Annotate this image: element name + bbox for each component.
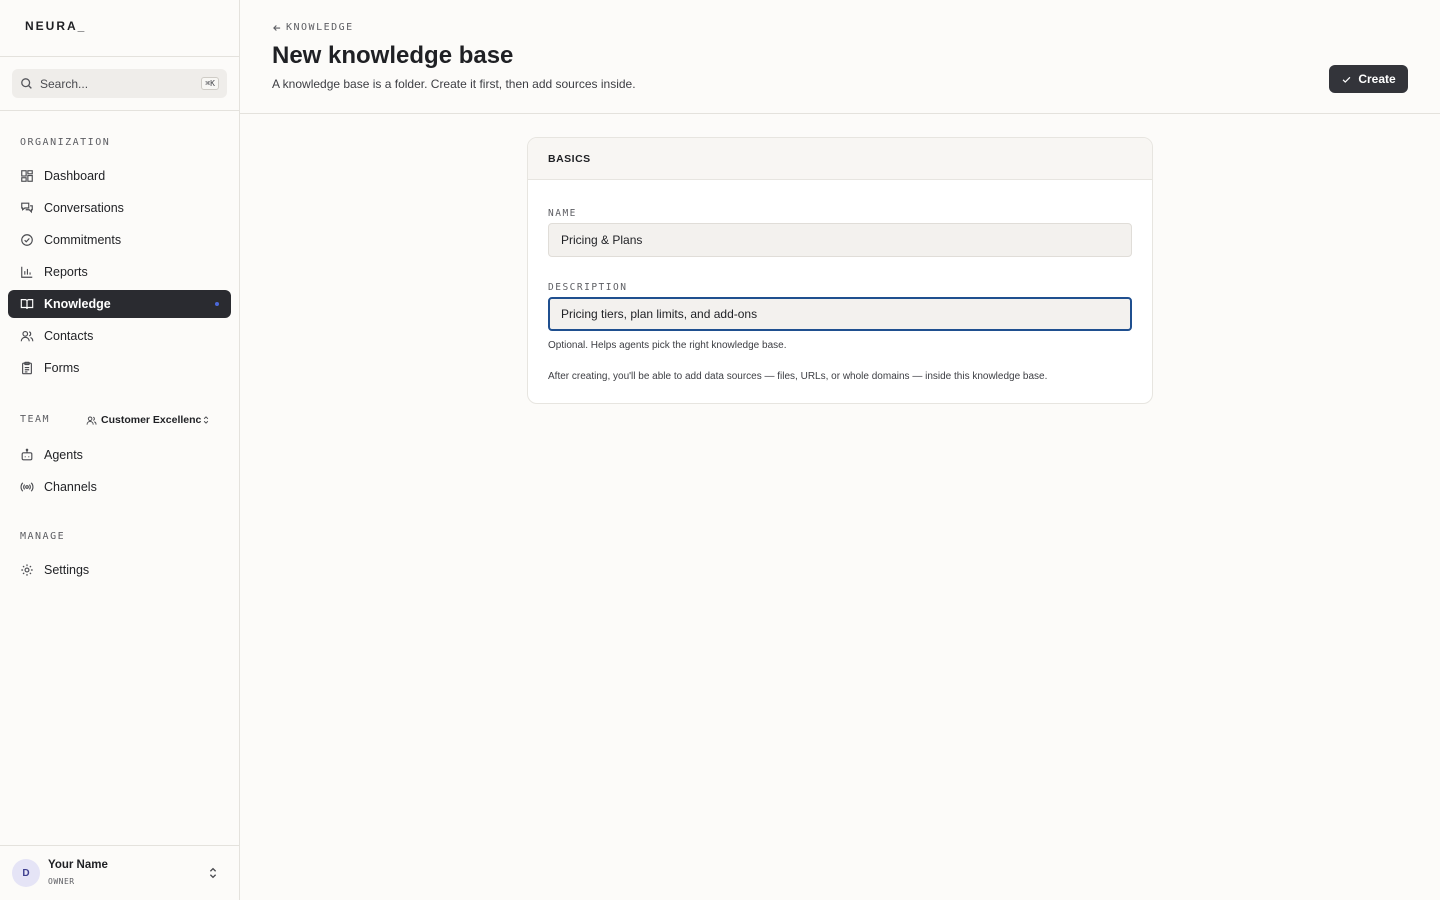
sidebar-item-settings[interactable]: Settings <box>8 556 231 584</box>
card-title: BASICS <box>528 138 1152 180</box>
divider <box>0 845 239 846</box>
section-label-organization: ORGANIZATION <box>20 137 111 148</box>
sidebar-item-knowledge[interactable]: Knowledge <box>8 290 231 318</box>
sidebar-item-label: Reports <box>44 265 88 279</box>
name-field-label: NAME <box>548 208 577 219</box>
page-title: New knowledge base <box>272 42 514 69</box>
user-role: OWNER <box>48 877 75 886</box>
users-icon <box>20 330 34 342</box>
sidebar-item-label: Dashboard <box>44 169 106 183</box>
sidebar-item-label: Knowledge <box>44 297 111 311</box>
chat-icon <box>21 202 33 214</box>
team-selector[interactable]: Customer Excellence <box>86 412 216 428</box>
sidebar-item-conversations[interactable]: Conversations <box>8 194 231 222</box>
sidebar-item-commitments[interactable]: Commitments <box>8 226 231 254</box>
description-hint: Optional. Helps agents pick the right kn… <box>548 340 787 351</box>
chevron-up-down-icon <box>203 416 209 424</box>
team-name: Customer Excellence <box>101 414 201 426</box>
create-button[interactable]: Create <box>1329 65 1408 93</box>
page-header: KNOWLEDGE New knowledge base A knowledge… <box>240 0 1440 114</box>
create-button-label: Create <box>1358 72 1396 86</box>
sidebar: NEURA_ Search... ⌘K ORGANIZATION Dashboa… <box>0 0 240 900</box>
sidebar-item-forms[interactable]: Forms <box>8 354 231 382</box>
active-indicator <box>215 302 219 306</box>
divider <box>0 110 239 111</box>
description-field-label: DESCRIPTION <box>548 282 628 293</box>
basics-card: BASICS NAME DESCRIPTION Optional. Helps … <box>527 137 1153 404</box>
brand-logo[interactable]: NEURA_ <box>25 19 86 33</box>
divider <box>0 56 239 57</box>
radio-icon <box>20 482 34 492</box>
bot-icon <box>21 448 33 461</box>
after-create-note: After creating, you'll be able to add da… <box>548 371 1048 382</box>
clipboard-icon <box>22 361 32 375</box>
search-box[interactable]: Search... ⌘K <box>12 69 227 98</box>
page-subtitle: A knowledge base is a folder. Create it … <box>272 77 636 91</box>
name-input[interactable] <box>548 223 1132 257</box>
sidebar-item-dashboard[interactable]: Dashboard <box>8 162 231 190</box>
breadcrumb-label: KNOWLEDGE <box>286 22 354 33</box>
sidebar-item-label: Channels <box>44 480 97 494</box>
sidebar-item-channels[interactable]: Channels <box>8 473 231 501</box>
sidebar-item-reports[interactable]: Reports <box>8 258 231 286</box>
gear-icon <box>21 564 33 576</box>
sidebar-item-agents[interactable]: Agents <box>8 441 231 469</box>
dashboard-icon <box>21 170 33 182</box>
sidebar-item-label: Settings <box>44 563 90 577</box>
search-placeholder: Search... <box>40 76 89 91</box>
section-label-manage: MANAGE <box>20 531 66 542</box>
sidebar-item-contacts[interactable]: Contacts <box>8 322 231 350</box>
arrow-left-icon <box>273 24 281 31</box>
check-icon <box>1342 76 1351 83</box>
sidebar-item-label: Commitments <box>44 233 122 247</box>
sidebar-item-label: Conversations <box>44 201 124 215</box>
search-shortcut: ⌘K <box>201 77 219 90</box>
sidebar-item-label: Agents <box>44 448 83 462</box>
avatar[interactable]: D <box>12 859 40 887</box>
chevron-up-down-icon[interactable] <box>206 866 220 880</box>
user-icon <box>86 416 97 425</box>
section-label-team: TEAM <box>20 414 51 425</box>
check-circle-icon <box>21 234 33 246</box>
search-icon <box>21 78 32 89</box>
user-name: Your Name <box>48 859 108 871</box>
sidebar-item-label: Contacts <box>44 329 94 343</box>
sidebar-item-label: Forms <box>44 361 80 375</box>
book-icon <box>20 299 34 309</box>
description-input[interactable] <box>548 297 1132 331</box>
bar-chart-icon <box>21 266 33 278</box>
breadcrumb-back-link[interactable]: KNOWLEDGE <box>272 22 354 33</box>
